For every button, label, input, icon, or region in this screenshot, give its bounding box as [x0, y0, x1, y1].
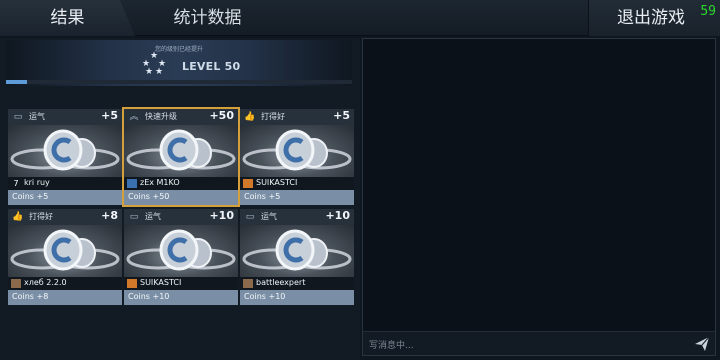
- reward-card-header: 👍 打得好 +8: [8, 209, 122, 225]
- reward-bar: Coins +10: [240, 290, 354, 305]
- reward-points: +50: [209, 109, 234, 122]
- coin-icon: [242, 229, 352, 271]
- reward-category: 快速升级: [145, 112, 177, 121]
- reward-card-header: 👍 打得好 +5: [240, 109, 354, 125]
- wallet-icon: ▭: [129, 212, 139, 222]
- player-name: kri ruy: [24, 178, 50, 187]
- fps-counter: 59: [700, 4, 716, 19]
- coin-artwork: [124, 225, 238, 277]
- reward-points: +5: [101, 109, 118, 122]
- reward-coins: Coins +10: [244, 292, 286, 301]
- player-name: хлеб 2.2.0: [24, 278, 67, 287]
- tab-stats[interactable]: 统计数据: [140, 0, 275, 36]
- coin-icon: [126, 229, 236, 271]
- reward-points: +8: [101, 209, 118, 222]
- player-name: SUIKASTCI: [256, 178, 298, 187]
- stars-icon: ★ ★ ★ ★ ★: [142, 51, 167, 77]
- reward-card[interactable]: ▭ 运气 +10 SUIKASTCI Coins +10: [124, 209, 238, 305]
- player-name: SUIKASTCI: [140, 278, 182, 287]
- clan-badge-icon: [127, 179, 137, 188]
- tab-results[interactable]: 结果: [0, 0, 135, 36]
- reward-coins: Coins +5: [244, 192, 281, 201]
- player-name: battleexpert: [256, 278, 306, 287]
- level-up-note: 您的级别已经提升: [154, 46, 203, 53]
- reward-coins: Coins +5: [12, 192, 49, 201]
- avatar-icon: [11, 279, 21, 288]
- reward-category: 运气: [29, 112, 45, 121]
- chat-input-placeholder[interactable]: 写消息中...: [369, 338, 414, 351]
- coin-icon: [126, 129, 236, 171]
- reward-card-header: ▭ 运气 +10: [240, 209, 354, 225]
- player-row: хлеб 2.2.0: [8, 277, 122, 290]
- reward-coins: Coins +10: [128, 292, 170, 301]
- results-panel: 您的级别已经提升 ★ ★ ★ ★ ★ LEVEL 50 ▭ 运气 +5 7 kr…: [0, 38, 360, 360]
- coin-artwork: [124, 125, 238, 177]
- reward-card[interactable]: ︽ 快速升级 +50 zEx M1KO Coins +50: [122, 107, 240, 207]
- coin-artwork: [240, 125, 354, 177]
- thumbs-up-icon: 👍: [244, 112, 256, 122]
- player-row: 7 kri ruy: [8, 177, 122, 190]
- player-row: battleexpert: [240, 277, 354, 290]
- reward-category: 打得好: [29, 212, 53, 221]
- send-icon[interactable]: [693, 335, 711, 353]
- level-label: LEVEL 50: [182, 60, 241, 73]
- exit-game-label: 退出游戏: [617, 8, 685, 28]
- avatar-icon: [243, 279, 253, 288]
- reward-card[interactable]: ▭ 运气 +5 7 kri ruy Coins +5: [8, 109, 122, 205]
- xp-progress-fill: [6, 80, 27, 84]
- top-bar: 结果 统计数据 退出游戏 59: [0, 0, 720, 36]
- reward-bar: Coins +5: [8, 190, 122, 205]
- reward-coins: Coins +8: [12, 292, 49, 301]
- wallet-icon: ▭: [13, 112, 23, 122]
- player-row: SUIKASTCI: [240, 177, 354, 190]
- coin-icon: [10, 229, 120, 271]
- reward-card[interactable]: 👍 打得好 +5 SUIKASTCI Coins +5: [240, 109, 354, 205]
- player-row: zEx M1KO: [124, 177, 238, 190]
- reward-card-header: ︽ 快速升级 +50: [124, 109, 238, 125]
- reward-card[interactable]: ▭ 运气 +10 battleexpert Coins +10: [240, 209, 354, 305]
- coin-artwork: [8, 125, 122, 177]
- coin-artwork: [240, 225, 354, 277]
- chat-input-bar[interactable]: 写消息中...: [363, 331, 715, 355]
- player-name: zEx M1KO: [140, 178, 180, 187]
- reward-coins: Coins +50: [128, 192, 170, 201]
- thumbs-up-icon: 👍: [12, 212, 24, 222]
- reward-bar: Coins +10: [124, 290, 238, 305]
- reward-points: +10: [209, 209, 234, 222]
- reward-category: 打得好: [261, 112, 285, 121]
- coin-artwork: [8, 225, 122, 277]
- xp-progress-bar: [6, 80, 352, 84]
- coin-icon: [10, 129, 120, 171]
- reward-bar: Coins +5: [240, 190, 354, 205]
- player-row: SUIKASTCI: [124, 277, 238, 290]
- reward-points: +10: [325, 209, 350, 222]
- wings-badge-icon: [127, 279, 137, 288]
- wings-badge-icon: [243, 179, 253, 188]
- reward-card[interactable]: 👍 打得好 +8 хлеб 2.2.0 Coins +8: [8, 209, 122, 305]
- reward-category: 运气: [145, 212, 161, 221]
- reward-category: 运气: [261, 212, 277, 221]
- chevron-up-icon: ︽: [129, 112, 139, 122]
- reward-card-header: ▭ 运气 +5: [8, 109, 122, 125]
- coin-icon: [242, 129, 352, 171]
- reward-points: +5: [333, 109, 350, 122]
- reward-card-header: ▭ 运气 +10: [124, 209, 238, 225]
- rank-7-icon: 7: [13, 179, 19, 188]
- reward-bar: Coins +8: [8, 290, 122, 305]
- wallet-icon: ▭: [245, 212, 255, 222]
- chat-panel: 写消息中...: [362, 38, 716, 356]
- reward-bar: Coins +50: [124, 190, 238, 205]
